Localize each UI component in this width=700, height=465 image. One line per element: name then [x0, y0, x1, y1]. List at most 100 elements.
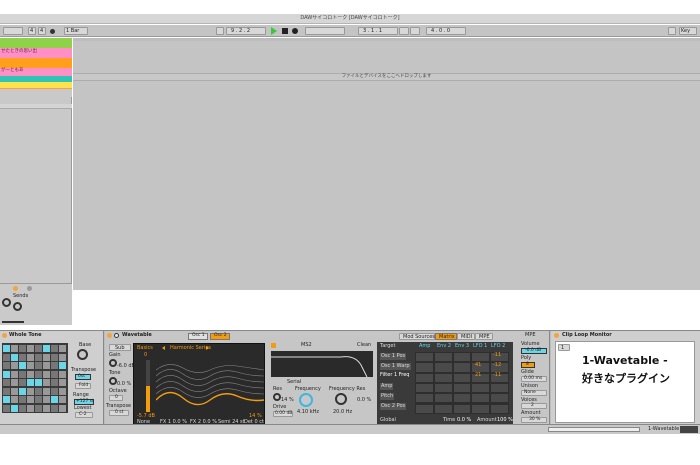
gain-knob[interactable]: [109, 359, 117, 367]
scale-grid-cell[interactable]: [59, 387, 66, 395]
stop-icon[interactable]: [282, 28, 288, 34]
position-display[interactable]: 9 . 2 . 2: [226, 27, 266, 35]
track-1[interactable]: [0, 38, 72, 48]
loop-start-display[interactable]: 3 . 1 . 1: [358, 27, 398, 35]
scale-grid-cell[interactable]: [27, 345, 34, 352]
amount-value[interactable]: 100 %: [497, 418, 513, 423]
matrix-row-2[interactable]: Filter 1 Freq: [380, 373, 409, 378]
volume-value[interactable]: -6.0 dB: [521, 348, 547, 354]
loop-bar[interactable]: [73, 38, 700, 41]
tap-button[interactable]: [3, 27, 23, 35]
solo-icon[interactable]: [27, 286, 32, 291]
matrix-cell[interactable]: [415, 362, 434, 373]
scale-grid-cell[interactable]: [3, 387, 10, 395]
scale-grid-cell[interactable]: [19, 396, 26, 403]
matrix-value-r1-lfo1[interactable]: 41: [475, 363, 481, 368]
key-map-button[interactable]: Key: [679, 27, 697, 35]
glide-value[interactable]: 0.00 ms: [521, 376, 547, 382]
track-4[interactable]: がーともあ: [0, 68, 72, 76]
wavetable-category[interactable]: Basics: [137, 346, 153, 351]
matrix-cell[interactable]: [415, 393, 434, 404]
matrix-cell[interactable]: [490, 393, 509, 404]
mod-tab-matrix[interactable]: Matrix: [435, 333, 457, 340]
scale-grid-cell[interactable]: [27, 353, 34, 361]
matrix-cell[interactable]: [433, 403, 453, 414]
scale-grid-cell[interactable]: [59, 379, 66, 386]
scale-grid-cell[interactable]: [19, 345, 26, 352]
scale-grid-cell[interactable]: [59, 362, 66, 369]
res-knob[interactable]: [273, 393, 281, 401]
scale-grid-cell[interactable]: [3, 379, 10, 386]
matrix-cell[interactable]: [471, 393, 491, 404]
sub-transpose-value[interactable]: 0 st: [109, 410, 129, 416]
status-toggle[interactable]: [680, 426, 698, 433]
scale-grid-cell[interactable]: [27, 404, 34, 412]
matrix-cell[interactable]: [433, 372, 453, 383]
poly-value[interactable]: 8: [521, 362, 535, 368]
matrix-cell[interactable]: [471, 352, 491, 363]
matrix-value-r2-lfo1[interactable]: 21: [475, 373, 481, 378]
scale-grid-cell[interactable]: [35, 379, 42, 386]
matrix-cell[interactable]: [415, 372, 434, 383]
scale-grid-cell[interactable]: [35, 362, 42, 369]
scale-grid-cell[interactable]: [3, 353, 10, 361]
scale-grid-cell[interactable]: [59, 353, 66, 361]
scale-grid-cell[interactable]: [43, 404, 50, 412]
scale-grid-cell[interactable]: [59, 345, 66, 352]
mpe-amount-value[interactable]: 30 %: [521, 417, 547, 423]
scale-grid-cell[interactable]: [3, 370, 10, 378]
waveform-graphic[interactable]: [156, 356, 264, 412]
lowest-value[interactable]: C-2: [75, 412, 93, 418]
freq-mod-knob[interactable]: [335, 393, 347, 405]
automation-arm-button[interactable]: [305, 27, 345, 35]
scale-grid-cell[interactable]: [19, 353, 26, 361]
matrix-cell[interactable]: [471, 382, 491, 394]
wavetable-display[interactable]: Basics Harmonic Series 0 -5.7 dB 14 % No…: [133, 343, 265, 426]
matrix-value-r2-lfo2[interactable]: -11: [493, 373, 501, 378]
scale-grid-cell[interactable]: [11, 353, 18, 361]
matrix-row-1[interactable]: Osc 1 Warp: [380, 363, 411, 370]
punch-button[interactable]: [410, 27, 420, 35]
filter-curve-graphic[interactable]: [271, 351, 373, 377]
osc-1-tab[interactable]: Osc 1: [188, 333, 208, 340]
scale-grid-cell[interactable]: [59, 404, 66, 412]
fold-button[interactable]: Fold: [75, 383, 91, 389]
sub-button[interactable]: Sub: [109, 344, 131, 351]
scale-grid-cell[interactable]: [19, 387, 26, 395]
sig-denominator[interactable]: 4: [38, 27, 46, 35]
mod-tab-mpe[interactable]: MPE: [475, 333, 493, 340]
scale-grid-cell[interactable]: [11, 345, 18, 352]
quantize-select[interactable]: 1 Bar: [64, 27, 88, 35]
scale-grid-cell[interactable]: [51, 362, 58, 369]
scale-grid-cell[interactable]: [43, 379, 50, 386]
scale-grid-cell[interactable]: [3, 345, 10, 352]
track-7[interactable]: [0, 88, 72, 97]
pencil-icon[interactable]: [668, 27, 676, 35]
record-icon[interactable]: [292, 28, 298, 34]
matrix-row-0[interactable]: Osc 1 Pos: [380, 353, 407, 360]
wavetable-power-icon[interactable]: [107, 333, 112, 338]
scale-grid-cell[interactable]: [51, 387, 58, 395]
clip-loop-select[interactable]: 1: [558, 344, 570, 351]
scale-grid-cell[interactable]: [35, 370, 42, 378]
matrix-cell[interactable]: [490, 403, 509, 414]
scale-grid-cell[interactable]: [19, 379, 26, 386]
scale-grid-cell[interactable]: [35, 396, 42, 403]
wavetable-name[interactable]: Harmonic Series: [170, 346, 211, 351]
scale-grid-cell[interactable]: [51, 396, 58, 403]
scale-grid-cell[interactable]: [3, 396, 10, 403]
prev-table-arrow-icon[interactable]: [162, 346, 165, 350]
matrix-row-5[interactable]: Osc 2 Pos: [380, 403, 407, 410]
scale-grid-cell[interactable]: [43, 353, 50, 361]
matrix-cell[interactable]: [415, 382, 434, 394]
filter-1-toggle[interactable]: [271, 343, 276, 348]
scale-grid-cell[interactable]: [51, 404, 58, 412]
matrix-cell[interactable]: [433, 382, 453, 394]
scale-grid-cell[interactable]: [35, 353, 42, 361]
send-b-knob[interactable]: [13, 302, 22, 311]
scale-grid-cell[interactable]: [27, 387, 34, 395]
scale-grid-cell[interactable]: [43, 345, 50, 352]
track-2[interactable]: せたときの思い出: [0, 48, 72, 58]
scale-grid-cell[interactable]: [59, 396, 66, 403]
time-value[interactable]: 0.0 %: [457, 418, 471, 423]
